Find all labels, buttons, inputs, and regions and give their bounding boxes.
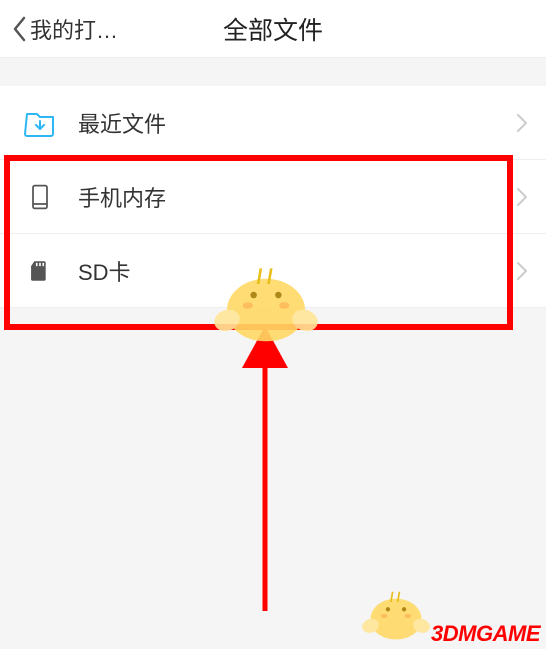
file-list: 最近文件 手机内存 SD卡 [0,86,546,308]
sd-card-icon [24,255,56,287]
chevron-right-icon [516,113,528,133]
watermark-mascot-icon [371,599,422,640]
phone-icon [24,181,56,213]
list-item-label: SD卡 [78,255,516,287]
list-item-label: 手机内存 [78,181,516,213]
header: 我的打… 全部文件 [0,0,546,58]
chevron-left-icon [12,16,26,42]
annotation-arrow [230,326,300,616]
list-item-recent-files[interactable]: 最近文件 [0,86,546,160]
watermark-text: 3DMGAME [431,621,540,647]
list-item-sd-card[interactable]: SD卡 [0,234,546,308]
back-label: 我的打… [30,13,118,45]
page-title: 全部文件 [223,11,323,47]
chevron-right-icon [516,261,528,281]
chevron-right-icon [516,187,528,207]
back-button[interactable]: 我的打… [4,13,118,45]
list-item-label: 最近文件 [78,107,516,139]
list-item-phone-storage[interactable]: 手机内存 [0,160,546,234]
download-folder-icon [24,107,56,139]
